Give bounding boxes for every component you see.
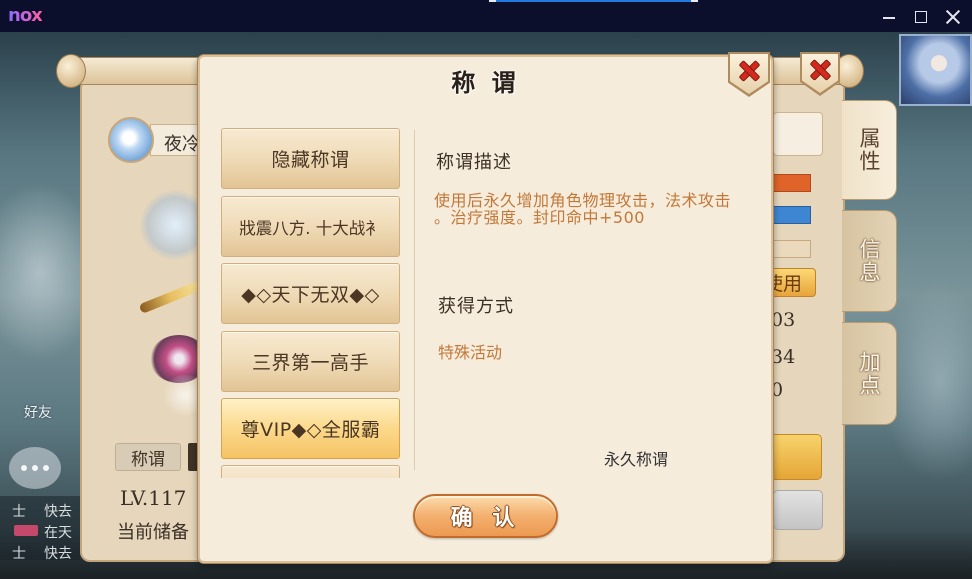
hp-bar <box>773 174 811 192</box>
player-portrait[interactable] <box>899 34 972 106</box>
player-name: 夜冷 <box>164 134 200 155</box>
confirm-button-label: 确 认 <box>450 506 521 531</box>
title-list-item[interactable]: 戕震八方. 十大战衤 <box>221 196 400 257</box>
dialog-title: 称 谓 <box>451 69 520 97</box>
level-label: LV.117 <box>120 486 187 510</box>
title-label: 戕震八方. 十大战衤 <box>239 218 382 238</box>
chat-channel: 士 <box>12 504 26 520</box>
chat-message[interactable]: 士 快去 <box>0 499 80 520</box>
title-list-item[interactable]: 三界第一高手 <box>221 331 400 392</box>
avatar[interactable] <box>108 117 154 163</box>
tab-info[interactable]: 信息 <box>842 210 897 312</box>
title-list-item[interactable]: 隐藏称谓 <box>221 128 400 189</box>
title-button[interactable]: 称谓 <box>115 443 181 471</box>
chat-message[interactable]: 在天 <box>0 520 80 541</box>
obtain-heading: 获得方式 <box>438 296 514 317</box>
title-label-clip: 三界第一高手 <box>236 347 386 377</box>
chat-text: 快去 <box>44 504 72 520</box>
chat-text: 在天 <box>44 525 72 541</box>
chat-badge-icon <box>14 525 38 536</box>
title-label-clip: 尊VIP◆◇全服霸 <box>236 414 386 444</box>
title-duration: 永久称谓 <box>604 450 669 469</box>
tab-label: 信息 <box>857 238 881 284</box>
chat-dot <box>21 465 27 471</box>
title-label-clip: 隐藏称谓 <box>236 144 386 174</box>
reserve-label: 当前储备 <box>117 522 189 543</box>
chat-channel: 士 <box>12 546 26 562</box>
title-list[interactable]: 隐藏称谓 戕震八方. 十大战衤 ◆◇天下无双◆◇ 三界第一高手 尊VIP◆◇全服… <box>221 128 400 478</box>
tab-label: 加点 <box>857 350 881 397</box>
minimize-icon[interactable] <box>883 17 895 19</box>
tab-attributes[interactable]: 属性 <box>842 100 897 200</box>
title-label: 隐藏称谓 <box>271 149 350 171</box>
chat-message[interactable]: 士 快去 <box>0 541 80 562</box>
description-text: 。治疗强度。封印命中+500 <box>434 208 645 227</box>
chat-dot <box>32 465 38 471</box>
title-label: ◆◇天下无双◆◇ <box>241 284 380 306</box>
gold-action-button[interactable] <box>770 434 822 480</box>
title-label-clip: 戕震八方. 十大战衤 <box>236 212 386 242</box>
title-bar-highlight <box>489 0 698 2</box>
maximize-icon[interactable] <box>915 11 927 23</box>
emulator-title-bar: nox <box>0 0 972 32</box>
close-icon[interactable] <box>945 9 961 25</box>
title-list-item-partial[interactable] <box>221 465 400 478</box>
chat-bubble-icon[interactable] <box>9 447 61 489</box>
mp-bar <box>773 206 811 224</box>
tab-label: 属性 <box>857 127 881 173</box>
exp-bar <box>773 240 811 258</box>
description-heading: 称谓描述 <box>436 152 512 173</box>
description-text: 使用后永久增加角色物理攻击，法术攻击 <box>434 191 732 210</box>
obtain-method: 特殊活动 <box>438 343 503 362</box>
friends-label[interactable]: 好友 <box>24 402 52 422</box>
panel-field <box>773 112 823 156</box>
title-list-item[interactable]: ◆◇天下无双◆◇ <box>221 263 400 324</box>
list-divider <box>414 130 415 470</box>
confirm-button[interactable]: 确 认 <box>413 494 558 538</box>
chat-dot <box>43 465 49 471</box>
title-label: 尊VIP◆◇全服霸 <box>240 419 381 441</box>
title-label: 三界第一高手 <box>251 352 369 374</box>
grey-action-button[interactable] <box>773 490 823 530</box>
title-list-item[interactable]: 尊VIP◆◇全服霸 <box>221 398 400 459</box>
stat-value: 03 <box>771 309 796 331</box>
chat-text: 快去 <box>44 546 72 562</box>
tab-add-points[interactable]: 加点 <box>842 322 897 425</box>
stat-value: 34 <box>771 346 796 368</box>
title-dialog: 称 谓 隐藏称谓 戕震八方. 十大战衤 ◆◇天下无双◆◇ 三界第一高手 尊VIP… <box>198 52 773 563</box>
scroll-roll-left <box>56 54 86 88</box>
title-label-clip: ◆◇天下无双◆◇ <box>236 279 386 309</box>
nox-logo: nox <box>8 5 43 26</box>
